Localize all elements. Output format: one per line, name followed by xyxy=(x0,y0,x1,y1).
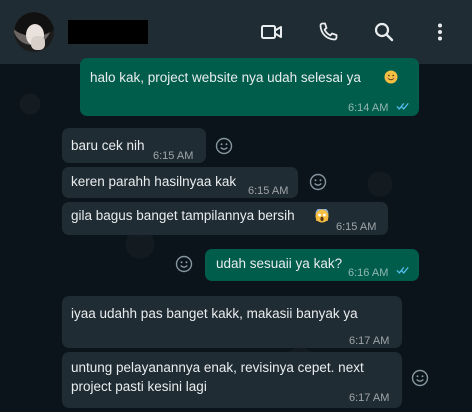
message-time: 6:17 AM xyxy=(349,335,390,347)
message-time: 6:15 AM xyxy=(153,150,194,162)
read-receipt-icon xyxy=(396,266,409,274)
add-reaction-icon[interactable] xyxy=(308,172,328,192)
message-time: 6:15 AM xyxy=(336,221,377,233)
message-bubble-incoming[interactable]: keren parahh hasilnyaa kak 6:15 AM xyxy=(62,167,298,198)
smiling-face-emoji xyxy=(384,70,398,84)
message-text: iyaa udahh pas banget kakk, makasii bany… xyxy=(71,306,358,321)
voice-call-icon[interactable] xyxy=(316,20,340,44)
chat-header xyxy=(0,0,472,64)
message-time: 6:14 AM xyxy=(348,102,389,114)
message-bubble-outgoing[interactable]: udah sesuaii ya kak? 6:16 AM xyxy=(205,249,419,281)
message-text-line-2: project pasti kesini lagi xyxy=(71,379,207,394)
read-receipt-icon xyxy=(396,102,409,110)
contact-name-redacted[interactable] xyxy=(68,20,148,44)
screaming-face-emoji xyxy=(315,209,329,223)
message-text: gila bagus banget tampilannya bersih xyxy=(71,208,295,223)
menu-icon[interactable] xyxy=(428,20,452,44)
message-text: udah sesuaii ya kak? xyxy=(216,256,343,271)
video-call-icon[interactable] xyxy=(260,20,284,44)
message-text: baru cek nih xyxy=(71,138,145,153)
message-bubble-incoming[interactable]: gila bagus banget tampilannya bersih 6:1… xyxy=(62,202,388,235)
message-bubble-incoming[interactable]: baru cek nih 6:15 AM xyxy=(62,128,206,163)
add-reaction-icon[interactable] xyxy=(214,136,234,156)
message-bubble-incoming[interactable]: untung pelayanannya enak, revisinya cepe… xyxy=(62,352,402,408)
message-text: keren parahh hasilnyaa kak xyxy=(71,174,237,189)
message-time: 6:17 AM xyxy=(349,392,390,404)
contact-avatar[interactable] xyxy=(14,12,54,52)
message-bubble-incoming[interactable]: iyaa udahh pas banget kakk, makasii bany… xyxy=(62,296,402,348)
add-reaction-icon[interactable] xyxy=(174,254,194,274)
search-icon[interactable] xyxy=(372,20,396,44)
add-reaction-icon[interactable] xyxy=(410,368,430,388)
message-text: halo kak, project website nya udah seles… xyxy=(90,70,361,85)
message-time: 6:15 AM xyxy=(248,185,289,197)
message-time: 6:16 AM xyxy=(348,267,389,279)
message-bubble-outgoing[interactable]: halo kak, project website nya udah seles… xyxy=(80,58,419,116)
message-text-line-1: untung pelayanannya enak, revisinya cepe… xyxy=(71,360,364,375)
